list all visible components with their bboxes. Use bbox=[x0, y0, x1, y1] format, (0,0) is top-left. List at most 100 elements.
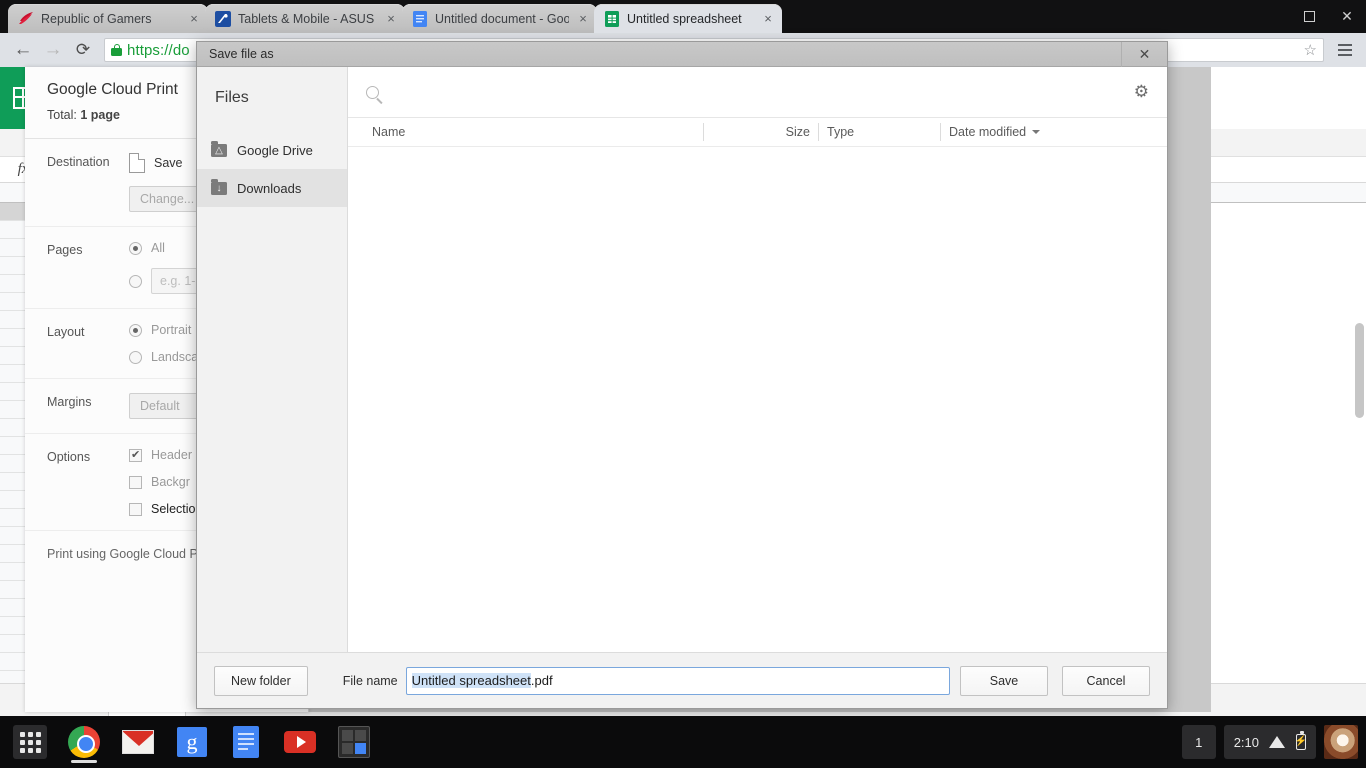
chrome-icon bbox=[68, 726, 100, 758]
app-calculator[interactable] bbox=[332, 720, 376, 764]
app-launcher-button[interactable] bbox=[8, 720, 52, 764]
print-label-margins: Margins bbox=[47, 395, 92, 409]
checkbox-selection[interactable] bbox=[129, 502, 142, 516]
reload-button[interactable]: ⟳ bbox=[68, 40, 98, 60]
option-selection-label: Selectio bbox=[151, 502, 196, 516]
dialog-title-bar[interactable]: Save file as ✕ bbox=[197, 42, 1167, 67]
gear-icon: ⚙ bbox=[1133, 81, 1149, 101]
tab-title: Untitled spreadsheet bbox=[627, 11, 742, 26]
checkbox-headers[interactable] bbox=[129, 448, 142, 462]
hamburger-menu-icon[interactable] bbox=[1332, 37, 1358, 63]
sidebar-item-label: Google Drive bbox=[237, 142, 313, 158]
vertical-scrollbar[interactable] bbox=[1355, 323, 1364, 418]
tab-close-icon[interactable]: × bbox=[186, 11, 202, 27]
file-list[interactable] bbox=[348, 147, 1167, 652]
close-window-button[interactable]: ✕ bbox=[1332, 6, 1362, 28]
file-list-column-headers: Name Size Type Date modified bbox=[348, 118, 1167, 147]
shelf-app-icons: g bbox=[0, 720, 376, 764]
checkbox-background[interactable] bbox=[129, 475, 142, 489]
secure-lock-icon bbox=[111, 44, 122, 56]
notification-badge[interactable]: 1 bbox=[1181, 725, 1216, 759]
column-header-name[interactable]: Name bbox=[348, 123, 703, 141]
sort-descending-icon bbox=[1032, 130, 1041, 134]
google-icon: g bbox=[177, 727, 207, 757]
layout-landscape-label: Landsca bbox=[151, 350, 199, 364]
radio-pages-all[interactable] bbox=[129, 241, 142, 255]
option-headers-label: Header bbox=[151, 448, 192, 462]
dialog-main: ⚙ Name Size Type Date modified bbox=[348, 67, 1167, 652]
google-drive-folder-icon: △ bbox=[211, 140, 227, 157]
google-sheets-icon bbox=[604, 10, 620, 27]
browser-tab-2[interactable]: Untitled document - Goo × bbox=[402, 4, 597, 33]
dialog-body: Files △ Google Drive ↓ Downloads ⚙ Name … bbox=[197, 67, 1167, 652]
maximize-button[interactable] bbox=[1294, 6, 1324, 28]
radio-layout-portrait[interactable] bbox=[129, 323, 142, 337]
save-button[interactable]: Save bbox=[960, 665, 1048, 696]
new-folder-button[interactable]: New folder bbox=[214, 665, 308, 696]
dialog-sidebar: Files △ Google Drive ↓ Downloads bbox=[197, 67, 348, 652]
launcher-grid-icon bbox=[13, 725, 47, 759]
bookmark-star-icon[interactable]: ☆ bbox=[1304, 41, 1317, 59]
browser-tab-1[interactable]: Tablets & Mobile - ASUS × bbox=[205, 4, 405, 33]
tab-close-icon[interactable]: × bbox=[575, 11, 591, 27]
active-indicator bbox=[71, 760, 97, 763]
app-chrome[interactable] bbox=[62, 720, 106, 764]
print-total-value: 1 page bbox=[80, 108, 120, 122]
system-shelf: g 1 2:10 ⚡ bbox=[0, 716, 1366, 768]
browser-tab-3[interactable]: Untitled spreadsheet × bbox=[594, 4, 782, 33]
google-docs-icon bbox=[233, 726, 259, 758]
tab-title: Republic of Gamers bbox=[41, 11, 152, 26]
status-tray[interactable]: 2:10 ⚡ bbox=[1223, 725, 1316, 759]
battery-charging-icon: ⚡ bbox=[1294, 731, 1308, 750]
radio-pages-custom[interactable] bbox=[129, 274, 142, 288]
sidebar-item-downloads[interactable]: ↓ Downloads bbox=[197, 169, 347, 207]
sidebar-item-label: Downloads bbox=[237, 180, 302, 196]
dialog-close-icon[interactable]: ✕ bbox=[1121, 42, 1167, 67]
sidebar-heading: Files bbox=[215, 89, 249, 106]
wifi-icon bbox=[1269, 736, 1286, 748]
pages-all-label: All bbox=[151, 241, 165, 255]
column-header-type[interactable]: Type bbox=[818, 123, 940, 141]
screen: Republic of Gamers × Tablets & Mobile - … bbox=[0, 0, 1366, 768]
downloads-folder-icon: ↓ bbox=[211, 178, 227, 195]
cancel-button[interactable]: Cancel bbox=[1062, 665, 1150, 696]
tab-title: Tablets & Mobile - ASUS bbox=[238, 11, 375, 26]
print-label-pages: Pages bbox=[47, 243, 83, 257]
radio-layout-landscape[interactable] bbox=[129, 350, 142, 364]
column-header-size[interactable]: Size bbox=[703, 123, 818, 141]
system-tray: 1 2:10 ⚡ bbox=[1181, 725, 1366, 759]
search-icon[interactable] bbox=[366, 85, 379, 99]
battery-bolt: ⚡ bbox=[1294, 736, 1308, 747]
dialog-title: Save file as bbox=[209, 47, 274, 61]
file-name-extension: .pdf bbox=[530, 673, 553, 688]
url-text: https://do bbox=[127, 41, 190, 59]
layout-portrait-label: Portrait bbox=[151, 323, 192, 337]
app-google-docs[interactable] bbox=[224, 720, 268, 764]
file-name-input[interactable]: Untitled spreadsheet .pdf bbox=[405, 666, 950, 695]
app-gmail[interactable] bbox=[116, 720, 160, 764]
avatar[interactable] bbox=[1324, 725, 1358, 759]
column-header-date-label: Date modified bbox=[949, 125, 1027, 139]
app-youtube[interactable] bbox=[278, 720, 322, 764]
settings-button[interactable]: ⚙ bbox=[1134, 83, 1149, 102]
tab-close-icon[interactable]: × bbox=[760, 11, 776, 27]
tab-close-icon[interactable]: × bbox=[383, 11, 399, 27]
rog-icon bbox=[18, 11, 34, 27]
dialog-search-bar[interactable]: ⚙ bbox=[348, 67, 1167, 118]
dialog-footer: New folder File name Untitled spreadshee… bbox=[197, 652, 1167, 708]
back-button[interactable]: ← bbox=[8, 40, 38, 60]
column-header-date-modified[interactable]: Date modified bbox=[940, 123, 1167, 141]
print-total-prefix: Total: bbox=[47, 108, 81, 122]
sidebar-item-google-drive[interactable]: △ Google Drive bbox=[197, 131, 347, 169]
asus-icon bbox=[215, 10, 231, 27]
save-file-dialog: Save file as ✕ Files △ Google Drive ↓ Do… bbox=[196, 41, 1168, 709]
file-name-selected-text: Untitled spreadsheet bbox=[411, 673, 531, 688]
browser-tab-0[interactable]: Republic of Gamers × bbox=[8, 4, 208, 33]
app-google-search[interactable]: g bbox=[170, 720, 214, 764]
calculator-icon bbox=[338, 726, 370, 758]
file-name-label: File name bbox=[342, 673, 398, 688]
gmail-icon bbox=[122, 730, 154, 754]
forward-button[interactable]: → bbox=[38, 40, 68, 60]
print-label-options: Options bbox=[47, 450, 91, 464]
print-label-layout: Layout bbox=[47, 325, 85, 339]
